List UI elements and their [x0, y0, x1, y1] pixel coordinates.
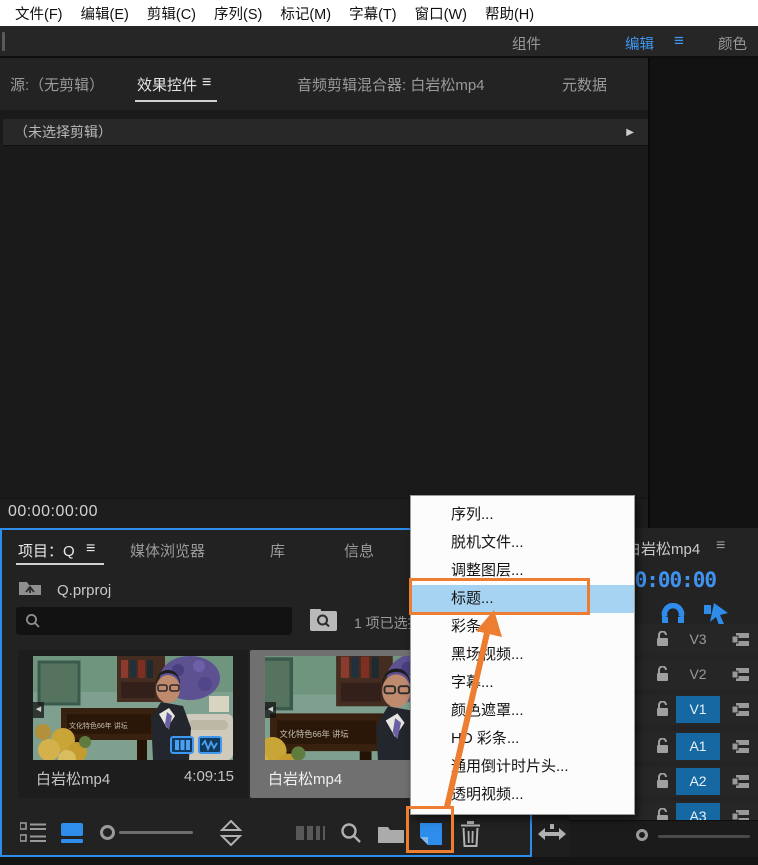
lock-icon[interactable] — [656, 738, 669, 759]
timeline-zoom-handle[interactable] — [636, 829, 648, 841]
pan-tool-icon[interactable] — [538, 824, 566, 844]
annotation-highlight-box-new-item — [406, 806, 454, 853]
sync-lock-icon[interactable] — [732, 774, 750, 794]
find-icon[interactable] — [340, 822, 362, 844]
effects-keyframe-area — [648, 58, 758, 528]
upper-panel-tabbar: 源:（无剪辑） 效果控件 ≡ 音频剪辑混合器: 白岩松mp4 元数据 — [0, 58, 648, 110]
tab-info[interactable]: 信息 — [344, 540, 374, 561]
tab-audio-clip-mixer[interactable]: 音频剪辑混合器: 白岩松mp4 — [297, 74, 485, 95]
delete-icon[interactable] — [460, 821, 481, 847]
new-bin-icon[interactable] — [378, 824, 404, 843]
sync-lock-icon[interactable] — [732, 739, 750, 759]
timeline-scrollbar[interactable] — [658, 835, 750, 838]
workspace-tab-color[interactable]: 颜色 — [718, 33, 747, 54]
workspace-overflow-icon[interactable]: ≡ — [674, 31, 684, 51]
video-badge-icon[interactable] — [170, 736, 194, 754]
clip-name[interactable]: 白岩松mp4 — [268, 768, 342, 789]
tab-project[interactable]: 项目：Q — [18, 540, 75, 561]
menu-file[interactable]: 文件(F) — [6, 3, 72, 24]
menu-markers[interactable]: 标记(M) — [271, 3, 340, 24]
menu-item-transparent-video[interactable]: 透明视频... — [411, 781, 634, 809]
menu-item-hd-bars[interactable]: HD 彩条... — [411, 725, 634, 753]
menu-clip[interactable]: 剪辑(C) — [138, 3, 205, 24]
sync-lock-icon[interactable] — [732, 632, 750, 652]
track-target-a2[interactable]: A2 — [676, 768, 720, 795]
track-target-v3[interactable]: V3 — [676, 626, 720, 653]
clip-name[interactable]: 白岩松mp4 — [36, 768, 110, 789]
navigate-up-icon[interactable] — [18, 578, 42, 596]
lock-icon[interactable] — [656, 666, 669, 687]
clip-selector-label: （未选择剪辑） — [14, 122, 112, 142]
app-menubar: 文件(F) 编辑(E) 剪辑(C) 序列(S) 标记(M) 字幕(T) 窗口(W… — [0, 0, 758, 26]
menu-captions[interactable]: 字幕(T) — [340, 3, 406, 24]
effect-controls-panel-menu-icon[interactable]: ≡ — [202, 74, 211, 92]
workspace-tab-editing[interactable]: 编辑 — [625, 33, 654, 54]
sync-lock-icon[interactable] — [732, 667, 750, 687]
expand-arrow-icon[interactable]: ▶ — [626, 127, 634, 138]
list-view-icon[interactable] — [20, 822, 48, 844]
effect-controls-panel — [0, 110, 648, 498]
timeline-zoom-bar — [570, 820, 758, 857]
search-bin-icon[interactable] — [310, 609, 337, 632]
tab-effect-controls[interactable]: 效果控件 — [137, 74, 197, 95]
clip-card[interactable]: ◀ 白岩松mp4 4:09:15 — [18, 650, 248, 798]
timeline-tab[interactable]: 白岩松mp4 — [626, 538, 700, 559]
menu-item-sequence[interactable]: 序列... — [411, 501, 634, 529]
new-item-context-menu: 序列... 脱机文件... 调整图层... 标题... 彩条... 黑场视频..… — [410, 495, 635, 815]
zoom-slider-handle[interactable] — [100, 825, 115, 840]
project-panel-menu-icon[interactable]: ≡ — [86, 540, 95, 558]
scrub-left-icon: ◀ — [33, 702, 44, 718]
menu-item-offline-file[interactable]: 脱机文件... — [411, 529, 634, 557]
workspace-tab-assembly[interactable]: 组件 — [512, 33, 541, 54]
tab-source-monitor[interactable]: 源:（无剪辑） — [10, 74, 104, 95]
sync-lock-icon[interactable] — [732, 702, 750, 722]
linked-selection-icon[interactable] — [704, 601, 730, 625]
search-icon — [25, 613, 41, 629]
breadcrumb[interactable]: Q.prproj — [57, 582, 111, 599]
lock-icon[interactable] — [656, 773, 669, 794]
menu-edit[interactable]: 编辑(E) — [72, 3, 138, 24]
lock-icon[interactable] — [656, 701, 669, 722]
icon-view-icon[interactable] — [60, 822, 84, 844]
scrub-left-icon: ◀ — [265, 702, 276, 718]
active-tab-underline — [135, 100, 217, 102]
menu-help[interactable]: 帮助(H) — [476, 3, 543, 24]
tab-libraries[interactable]: 库 — [270, 540, 285, 561]
menu-item-universal-counting-leader[interactable]: 通用倒计时片头... — [411, 753, 634, 781]
menu-item-color-matte[interactable]: 颜色遮罩... — [411, 697, 634, 725]
zoom-slider-track[interactable] — [119, 831, 193, 834]
audio-badge-icon[interactable] — [198, 736, 222, 754]
menu-sequence[interactable]: 序列(S) — [205, 3, 271, 24]
track-target-v1[interactable]: V1 — [676, 696, 720, 723]
lock-icon[interactable] — [656, 631, 669, 652]
workspace-grip — [2, 32, 5, 51]
clip-duration: 4:09:15 — [184, 768, 234, 785]
menu-item-captions[interactable]: 字幕... — [411, 669, 634, 697]
menu-window[interactable]: 窗口(W) — [406, 3, 476, 24]
effect-controls-timecode[interactable]: 00:00:00:00 — [8, 503, 98, 521]
timeline-panel-menu-icon[interactable]: ≡ — [716, 537, 725, 555]
window-bottom-strip — [0, 857, 758, 865]
menu-item-bars-and-tone[interactable]: 彩条... — [411, 613, 634, 641]
track-target-v2[interactable]: V2 — [676, 661, 720, 688]
adjust-view-icon[interactable] — [220, 820, 242, 846]
active-tab-underline — [16, 563, 104, 565]
menu-item-black-video[interactable]: 黑场视频... — [411, 641, 634, 669]
track-target-a1[interactable]: A1 — [676, 733, 720, 760]
tab-metadata[interactable]: 元数据 — [562, 74, 607, 95]
clip-selector-header[interactable]: （未选择剪辑） ▶ — [3, 119, 648, 146]
tab-media-browser[interactable]: 媒体浏览器 — [130, 540, 205, 561]
annotation-highlight-box-title — [409, 578, 590, 615]
search-input[interactable] — [16, 607, 292, 635]
premiere-window: 文化特色66年 讲坛 文件(F) 编辑(E) 剪辑(C) 序列(S) 标记(M)… — [0, 0, 758, 865]
sort-icon — [296, 824, 328, 842]
snap-magnet-icon[interactable] — [660, 603, 686, 625]
